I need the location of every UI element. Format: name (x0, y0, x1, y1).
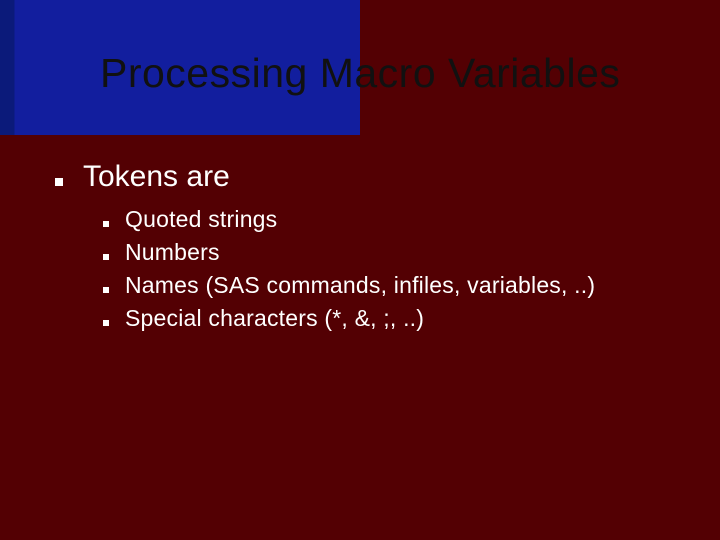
bullet-lvl2-text: Quoted strings (125, 206, 277, 233)
slide: Processing Macro Variables Tokens are Qu… (0, 0, 720, 540)
bullet-lvl2-text: Numbers (125, 239, 220, 266)
bullet-lvl1: Tokens are (55, 160, 680, 194)
bullet-lvl2: Special characters (*, &, ;, ..) (103, 305, 680, 332)
slide-body: Tokens are Quoted strings Numbers Names … (55, 160, 680, 338)
square-bullet-icon (103, 320, 109, 326)
bullet-lvl2: Names (SAS commands, infiles, variables,… (103, 272, 680, 299)
square-bullet-icon (103, 287, 109, 293)
square-bullet-icon (55, 178, 63, 186)
sub-list: Quoted strings Numbers Names (SAS comman… (103, 206, 680, 332)
bullet-lvl2: Quoted strings (103, 206, 680, 233)
square-bullet-icon (103, 221, 109, 227)
square-bullet-icon (103, 254, 109, 260)
bullet-lvl2: Numbers (103, 239, 680, 266)
bullet-lvl2-text: Special characters (*, &, ;, ..) (125, 305, 424, 332)
bullet-lvl2-text: Names (SAS commands, infiles, variables,… (125, 272, 595, 299)
slide-title: Processing Macro Variables (100, 50, 620, 97)
bullet-lvl1-text: Tokens are (83, 160, 230, 194)
